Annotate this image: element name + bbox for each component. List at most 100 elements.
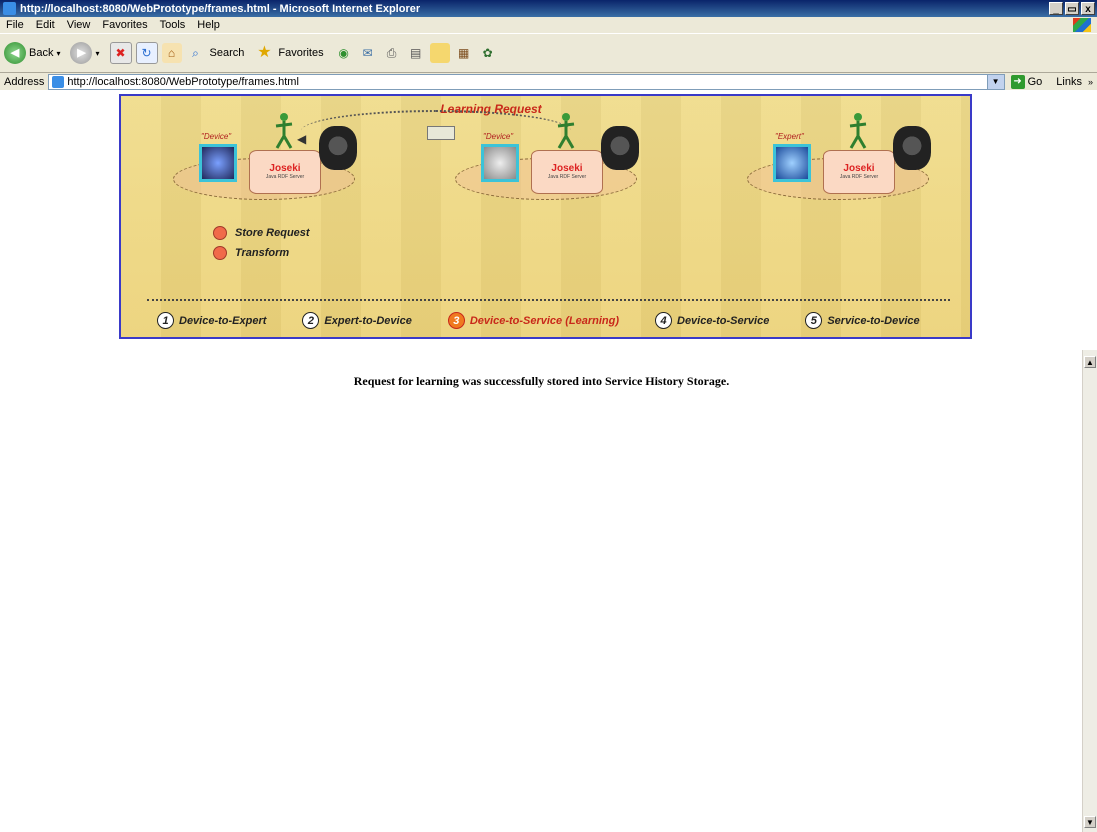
tab-device-to-service[interactable]: 4 Device-to-Service	[655, 312, 769, 329]
favorites-button[interactable]: ★ Favorites	[254, 43, 323, 63]
folder-icon[interactable]	[429, 43, 450, 63]
db-sub-label: Java RDF Server	[265, 174, 305, 180]
go-arrow-icon[interactable]: ➜	[1010, 74, 1025, 89]
back-button[interactable]: ◀ Back ▾	[4, 42, 60, 64]
scroll-down-icon[interactable]: ▼	[1084, 816, 1096, 828]
address-url[interactable]: http://localhost:8080/WebPrototype/frame…	[67, 76, 986, 88]
menu-edit[interactable]: Edit	[30, 19, 61, 31]
minimize-button[interactable]: _	[1049, 2, 1063, 15]
tab-number: 1	[157, 312, 174, 329]
status-message: Request for learning was successfully st…	[353, 374, 730, 388]
tab-label: Service-to-Device	[827, 314, 920, 327]
tab-number: 4	[655, 312, 672, 329]
tab-device-to-service-learning[interactable]: 3 Device-to-Service (Learning)	[447, 312, 619, 329]
tab-number: 2	[302, 312, 320, 329]
star-icon: ★	[257, 44, 272, 61]
edit-icon[interactable]: ▤	[406, 43, 426, 63]
person-icon	[849, 113, 867, 149]
forward-arrow-icon: ▶	[70, 42, 93, 64]
tab-label: Expert-to-Device	[324, 314, 412, 327]
banner-divider	[147, 299, 950, 301]
links-chevron-icon[interactable]: »	[1088, 77, 1097, 87]
db-label: Joseki	[843, 163, 875, 174]
tab-number: 5	[805, 312, 823, 329]
title-bar: http://localhost:8080/WebPrototype/frame…	[0, 0, 1097, 17]
joseki-database-icon: Joseki Java RDF Server	[249, 150, 321, 194]
plug-icon	[319, 126, 357, 170]
device-image	[481, 144, 519, 182]
plug-icon	[601, 126, 639, 170]
node-tag: "Device"	[483, 132, 514, 141]
tab-expert-to-device[interactable]: 2 Expert-to-Device	[302, 312, 412, 329]
forward-button[interactable]: ▶ ▾	[70, 42, 100, 64]
workflow-tabs: 1 Device-to-Expert 2 Expert-to-Device 3 …	[157, 312, 957, 329]
go-button[interactable]: Go	[1025, 76, 1053, 88]
db-label: Joseki	[269, 163, 301, 174]
back-arrow-icon: ◀	[4, 42, 26, 64]
node-device-1: "Device" Joseki Java RDF Server	[173, 106, 363, 206]
menu-bar: File Edit View Favorites Tools Help	[0, 17, 1097, 33]
search-icon: ⌕	[192, 46, 199, 60]
tab-service-to-device[interactable]: 5 Service-to-Device	[805, 312, 920, 329]
menu-tools[interactable]: Tools	[154, 19, 192, 31]
status-dot-icon	[213, 246, 227, 260]
address-label: Address	[4, 75, 45, 88]
menu-file[interactable]: File	[0, 19, 30, 31]
windows-logo-icon	[1073, 18, 1091, 32]
forward-dropdown-icon[interactable]: ▾	[95, 49, 99, 58]
menu-view[interactable]: View	[61, 19, 97, 31]
window-title: http://localhost:8080/WebPrototype/frame…	[20, 2, 421, 15]
tab-number: 3	[447, 312, 465, 329]
search-label: Search	[209, 47, 245, 59]
page-icon	[52, 75, 65, 88]
address-input[interactable]: http://localhost:8080/WebPrototype/frame…	[48, 73, 1005, 90]
media-icon[interactable]: ◉	[334, 43, 354, 63]
status-dot-icon	[213, 226, 227, 240]
legend-transform: Transform	[213, 246, 289, 260]
stop-icon[interactable]: ✖	[109, 42, 132, 64]
maximize-button[interactable]: ▭	[1065, 2, 1079, 15]
toolbar: ◀ Back ▾ ▶ ▾ ✖ ↻ ⌂ ⌕ Search ★ Favorites …	[0, 33, 1097, 72]
legend-label: Transform	[235, 247, 290, 259]
search-button[interactable]: ⌕ Search	[186, 43, 245, 63]
person-icon	[275, 113, 293, 149]
device-image	[199, 144, 237, 182]
db-sub-label: Java RDF Server	[839, 174, 879, 180]
page-content: Learning Request ◀ "Device" Joseki Java …	[0, 90, 1083, 832]
tab-label: Device-to-Service (Learning)	[469, 314, 619, 327]
address-dropdown-icon[interactable]: ▼	[986, 74, 1004, 89]
favorites-label: Favorites	[278, 47, 324, 59]
tab-device-to-expert[interactable]: 1 Device-to-Expert	[157, 312, 266, 329]
menu-help[interactable]: Help	[191, 19, 226, 31]
mail-icon[interactable]: ✉	[358, 43, 378, 63]
node-tag: "Device"	[201, 132, 232, 141]
person-icon	[557, 113, 575, 149]
node-expert: "Expert" Joseki Java RDF Server	[747, 106, 937, 206]
expert-image	[773, 144, 811, 182]
tab-label: Device-to-Service	[677, 314, 770, 327]
back-label: Back	[29, 47, 54, 59]
tab-label: Device-to-Expert	[179, 314, 267, 327]
workflow-banner: Learning Request ◀ "Device" Joseki Java …	[119, 94, 972, 339]
ie-logo-icon	[3, 2, 16, 15]
legend-label: Store Request	[235, 227, 310, 239]
db-label: Joseki	[551, 163, 583, 174]
print-icon[interactable]: ⎙	[382, 43, 402, 63]
home-icon[interactable]: ⌂	[161, 43, 182, 63]
node-tag: "Expert"	[775, 132, 804, 141]
back-dropdown-icon[interactable]: ▾	[56, 49, 60, 58]
request-document-icon	[427, 126, 455, 140]
vertical-scrollbar[interactable]: ▲ ▼	[1082, 350, 1097, 832]
links-button[interactable]: Links	[1052, 76, 1088, 88]
refresh-icon[interactable]: ↻	[135, 42, 158, 64]
menu-favorites[interactable]: Favorites	[96, 19, 153, 31]
db-sub-label: Java RDF Server	[547, 174, 587, 180]
joseki-database-icon: Joseki Java RDF Server	[823, 150, 895, 194]
legend-store-request: Store Request	[213, 226, 310, 240]
scroll-up-icon[interactable]: ▲	[1084, 356, 1096, 368]
address-bar: Address http://localhost:8080/WebPrototy…	[0, 72, 1097, 90]
close-button[interactable]: x	[1081, 2, 1095, 15]
research-icon[interactable]: ▦	[454, 43, 474, 63]
joseki-database-icon: Joseki Java RDF Server	[531, 150, 603, 194]
messenger-icon[interactable]: ✿	[478, 43, 498, 63]
